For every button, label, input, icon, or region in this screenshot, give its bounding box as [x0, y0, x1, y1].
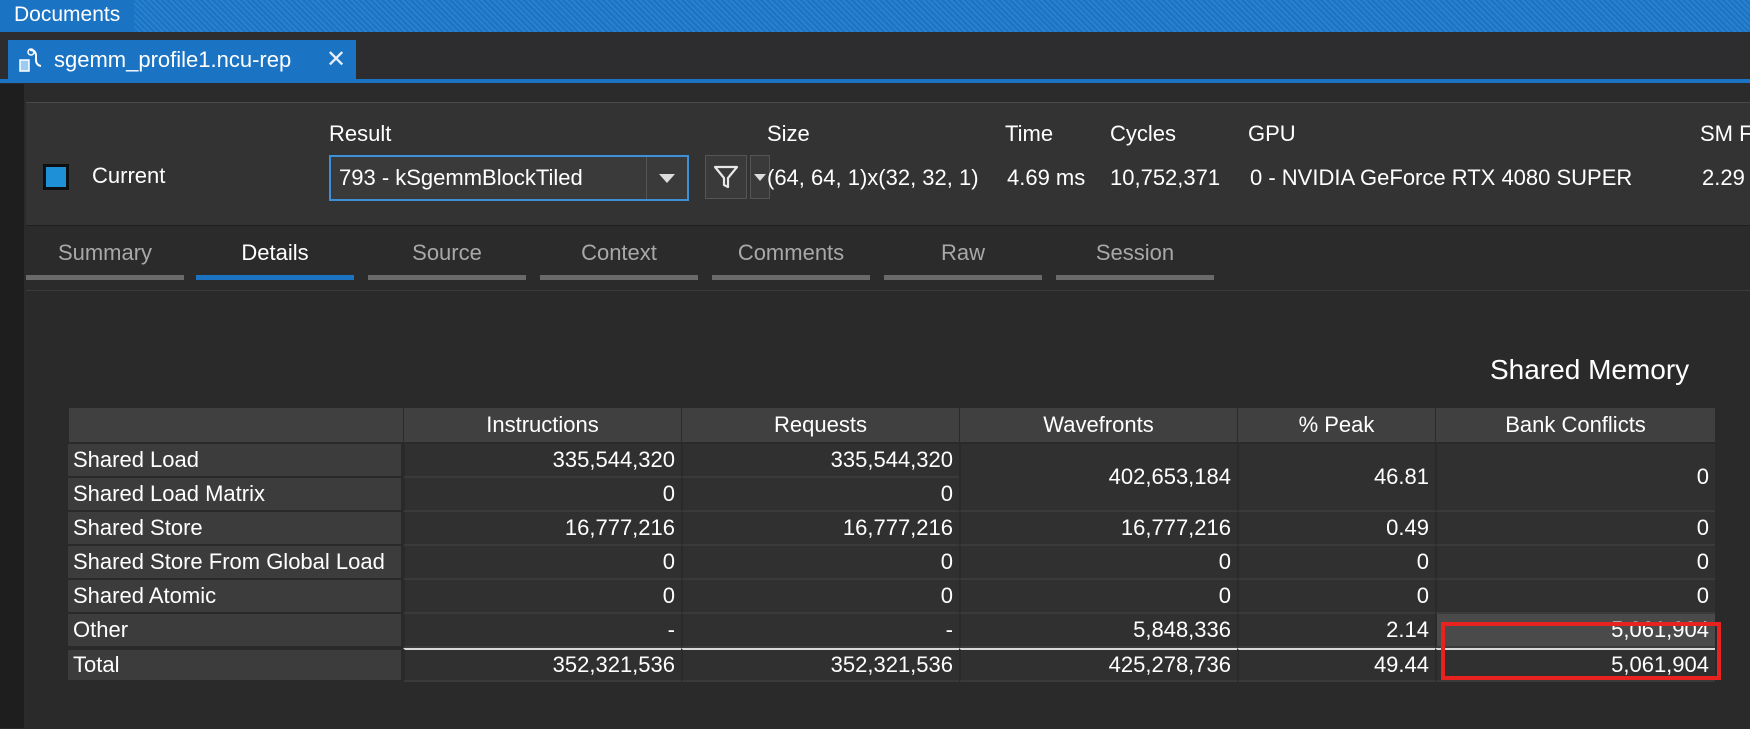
left-frame [0, 84, 24, 728]
tab-source[interactable]: Source [368, 236, 526, 280]
gpu-value: 0 - NVIDIA GeForce RTX 4080 SUPER [1250, 165, 1633, 190]
requests-cell: 0 [681, 580, 959, 614]
peak-cell: 0 [1237, 580, 1435, 614]
instructions-cell: 335,544,320 [403, 444, 681, 478]
document-tab-bar: sgemm_profile1.ncu-rep ✕ [0, 32, 1750, 83]
cycles-label: Cycles [1110, 121, 1177, 146]
requests-cell: 335,544,320 [681, 444, 959, 478]
requests-cell: 352,321,536 [681, 648, 959, 682]
filter-icon [713, 165, 739, 189]
documents-title: Documents [0, 0, 135, 32]
result-header: Current Result 793 - kSgemmBlockTiled Si… [26, 102, 1750, 226]
tab-raw[interactable]: Raw [884, 236, 1042, 280]
result-label: Result [329, 121, 392, 146]
peak-cell: 49.44 [1237, 648, 1435, 682]
peak-cell: 0 [1237, 546, 1435, 580]
cycles-value: 10,752,371 [1110, 165, 1221, 190]
bank-conflicts-cell: 0 [1435, 512, 1715, 546]
tab-summary[interactable]: Summary [26, 236, 184, 280]
wavefronts-cell: 402,653,184 [959, 444, 1237, 512]
tab-context[interactable]: Context [540, 236, 698, 280]
bank-conflicts-cell: 0 [1435, 444, 1715, 512]
instructions-cell: 0 [403, 580, 681, 614]
file-tab[interactable]: sgemm_profile1.ncu-rep ✕ [8, 40, 356, 80]
current-label: Current [92, 163, 166, 188]
column-header[interactable]: % Peak [1237, 408, 1435, 444]
chevron-down-icon[interactable] [646, 157, 687, 199]
close-icon[interactable]: ✕ [326, 40, 346, 80]
tab-comments[interactable]: Comments [712, 236, 870, 280]
table-row: Other - - 5,848,336 2.14 5,061,904 [68, 614, 1715, 648]
instructions-cell: 0 [403, 478, 681, 512]
result-select[interactable]: 793 - kSgemmBlockTiled [329, 155, 689, 201]
table-row: Shared Atomic 0 0 0 0 0 [68, 580, 1715, 614]
column-header[interactable]: Wavefronts [959, 408, 1237, 444]
row-label: Shared Load [68, 444, 403, 478]
row-label: Shared Store [68, 512, 403, 546]
peak-cell: 46.81 [1237, 444, 1435, 512]
tab-underline [0, 79, 1750, 83]
wavefronts-cell: 0 [959, 546, 1237, 580]
shared-memory-table: Instructions Requests Wavefronts % Peak … [68, 408, 1715, 682]
filter-button[interactable] [705, 155, 747, 199]
instructions-cell: 352,321,536 [403, 648, 681, 682]
column-header[interactable]: Requests [681, 408, 959, 444]
requests-cell: 0 [681, 546, 959, 580]
requests-cell: 0 [681, 478, 959, 512]
sm-frequency-label: SM F [1700, 121, 1750, 146]
bank-conflicts-cell: 0 [1435, 580, 1715, 614]
row-label: Total [68, 648, 403, 682]
bank-conflicts-cell-highlighted: 5,061,904 [1435, 614, 1715, 648]
wavefronts-cell: 0 [959, 580, 1237, 614]
documents-bar: Documents [0, 0, 1750, 32]
file-tab-label: sgemm_profile1.ncu-rep [54, 47, 292, 72]
result-select-value: 793 - kSgemmBlockTiled [339, 165, 583, 190]
column-header[interactable]: Bank Conflicts [1435, 408, 1715, 444]
details-content: Shared Memory Instructions Requests Wave… [26, 290, 1750, 729]
wavefronts-cell: 425,278,736 [959, 648, 1237, 682]
wavefronts-cell: 16,777,216 [959, 512, 1237, 546]
tab-details[interactable]: Details [196, 236, 354, 280]
bank-conflicts-cell: 5,061,904 [1435, 648, 1715, 682]
requests-cell: 16,777,216 [681, 512, 959, 546]
row-label: Shared Store From Global Load [68, 546, 403, 580]
column-header[interactable]: Instructions [403, 408, 681, 444]
time-label: Time [1005, 121, 1054, 146]
table-corner [68, 408, 403, 444]
table-row: Shared Store 16,777,216 16,777,216 16,77… [68, 512, 1715, 546]
table-row: Shared Load 335,544,320 335,544,320 402,… [68, 444, 1715, 512]
table-total-row: Total 352,321,536 352,321,536 425,278,73… [68, 648, 1715, 682]
instructions-cell: 16,777,216 [403, 512, 681, 546]
current-checkbox[interactable] [43, 164, 69, 190]
wavefronts-cell: 5,848,336 [959, 614, 1237, 648]
bank-conflicts-cell: 0 [1435, 546, 1715, 580]
report-file-icon [19, 48, 42, 72]
row-label: Shared Atomic [68, 580, 403, 614]
time-value: 4.69 ms [1007, 165, 1086, 190]
tab-session[interactable]: Session [1056, 236, 1214, 280]
requests-cell: - [681, 614, 959, 648]
row-label: Other [68, 614, 403, 648]
size-value: (64, 64, 1)x(32, 32, 1) [767, 165, 979, 190]
gpu-label: GPU [1248, 121, 1296, 146]
table-row: Shared Store From Global Load 0 0 0 0 0 [68, 546, 1715, 580]
instructions-cell: - [403, 614, 681, 648]
sm-frequency-value: 2.29 [1702, 165, 1745, 190]
instructions-cell: 0 [403, 546, 681, 580]
peak-cell: 0.49 [1237, 512, 1435, 546]
size-label: Size [767, 121, 810, 146]
table-header-row: Instructions Requests Wavefronts % Peak … [68, 408, 1715, 444]
peak-cell: 2.14 [1237, 614, 1435, 648]
section-title: Shared Memory [1490, 354, 1690, 385]
row-label: Shared Load Matrix [68, 478, 403, 512]
